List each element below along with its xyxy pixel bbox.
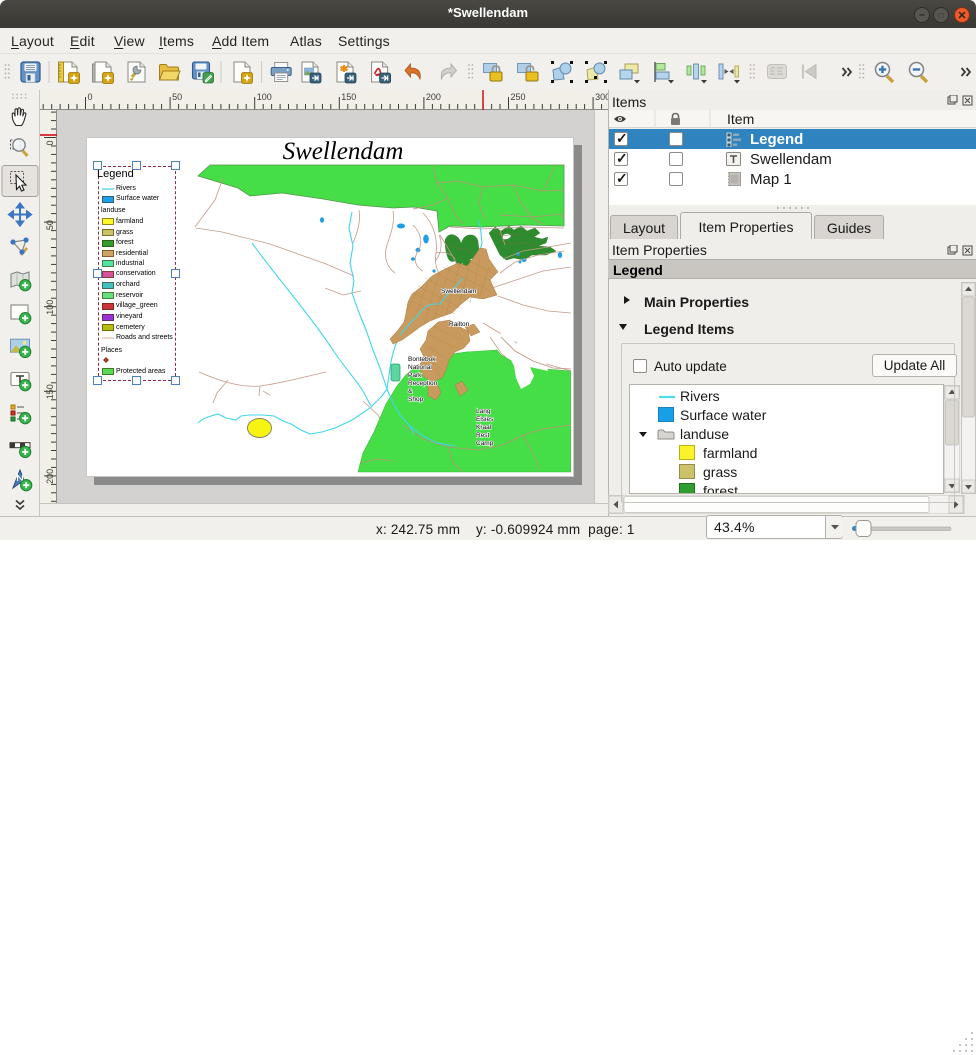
- svg-text:Kraal: Kraal: [476, 424, 492, 431]
- svg-text:300: 300: [595, 92, 608, 102]
- svg-text:100: 100: [257, 92, 272, 102]
- svg-text:0: 0: [45, 140, 55, 145]
- svg-text:Elsies: Elsies: [476, 416, 494, 423]
- svg-text:Reception: Reception: [408, 380, 438, 387]
- svg-text:Bontebok: Bontebok: [408, 356, 436, 363]
- svg-text:National: National: [408, 364, 432, 371]
- svg-text:Item: Item: [727, 111, 754, 127]
- svg-text:200: 200: [45, 469, 55, 484]
- svg-text:50: 50: [45, 220, 55, 230]
- svg-text:Rest: Rest: [476, 432, 490, 439]
- svg-text:0: 0: [88, 92, 93, 102]
- svg-text:250: 250: [511, 92, 526, 102]
- svg-text:150: 150: [341, 92, 356, 102]
- svg-text:200: 200: [426, 92, 441, 102]
- svg-text:Shop: Shop: [408, 396, 424, 403]
- svg-text:Swellendam: Swellendam: [441, 288, 476, 295]
- svg-text:100: 100: [45, 300, 55, 315]
- svg-text:Camp: Camp: [476, 440, 494, 447]
- svg-text:Park: Park: [408, 372, 422, 379]
- svg-text:Lang: Lang: [476, 408, 491, 415]
- svg-text:Railton: Railton: [449, 321, 470, 328]
- svg-text:50: 50: [172, 92, 182, 102]
- svg-text:&: &: [408, 388, 413, 395]
- svg-text:150: 150: [45, 384, 55, 399]
